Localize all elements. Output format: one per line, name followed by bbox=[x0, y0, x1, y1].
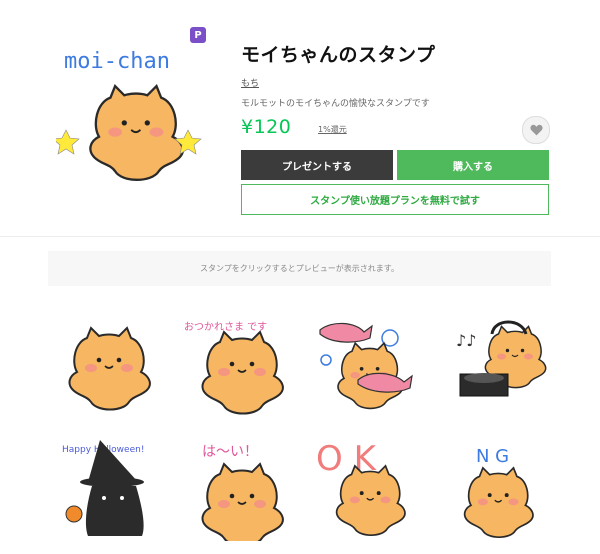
sticker-1[interactable] bbox=[52, 312, 162, 417]
divider bbox=[0, 236, 600, 237]
main-sticker-image: moi-chan bbox=[52, 30, 214, 195]
sticker-4[interactable]: ♪♪ bbox=[442, 312, 552, 417]
buy-button[interactable]: 購入する bbox=[397, 150, 549, 180]
hero-text: moi-chan bbox=[64, 49, 170, 74]
sticker-text: は～い！ bbox=[202, 444, 258, 460]
star-icon bbox=[52, 129, 80, 155]
price: ¥120 bbox=[241, 116, 292, 138]
sticker-3[interactable] bbox=[312, 312, 422, 417]
preview-hint: スタンプをクリックするとプレビューが表示されます。 bbox=[48, 251, 551, 286]
description: モルモットのモイちゃんの愉快なスタンプです bbox=[241, 99, 430, 109]
sticker-5[interactable]: Happy Halloween! bbox=[52, 436, 162, 541]
sticker-2[interactable]: おつかれさま です bbox=[180, 312, 290, 417]
trial-plan-button[interactable]: スタンプ使い放題プランを無料で試す bbox=[241, 184, 549, 215]
gift-button[interactable]: プレゼントする bbox=[241, 150, 393, 180]
sticker-7[interactable]: O K bbox=[312, 436, 422, 541]
fish-icon bbox=[319, 322, 373, 343]
sticker-text: N G bbox=[476, 446, 509, 467]
favorite-button[interactable] bbox=[522, 116, 550, 144]
bubble-icon bbox=[320, 354, 332, 366]
heart-icon bbox=[529, 124, 543, 136]
sticker-6[interactable]: は～い！ bbox=[180, 436, 290, 541]
rebate-link[interactable]: 1%還元 bbox=[318, 124, 347, 135]
sticker-8[interactable]: N G bbox=[442, 436, 552, 541]
pumpkin-icon bbox=[65, 505, 83, 523]
premium-badge: P bbox=[190, 27, 206, 43]
sticker-text: おつかれさま です bbox=[184, 321, 267, 333]
page-title: モイちゃんのスタンプ bbox=[241, 44, 436, 66]
author-link[interactable]: もち bbox=[241, 76, 259, 89]
music-note-icon: ♪♪ bbox=[456, 331, 476, 350]
